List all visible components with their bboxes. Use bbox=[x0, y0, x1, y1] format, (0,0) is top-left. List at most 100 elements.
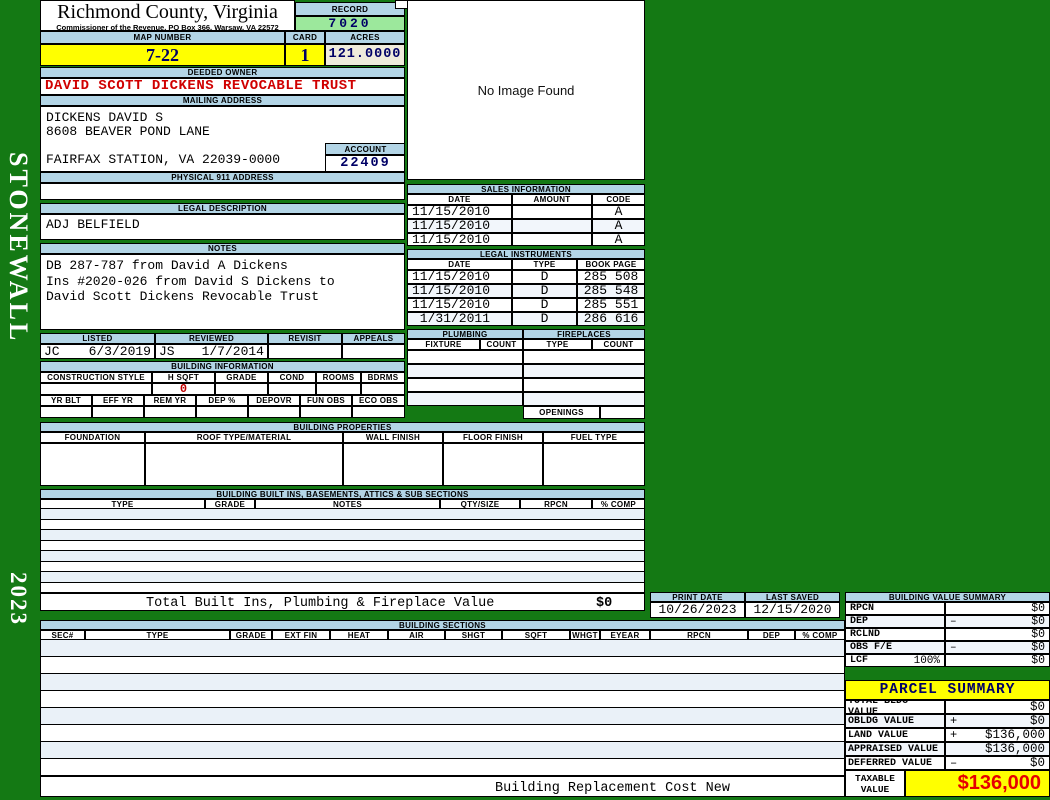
roof-type-value bbox=[145, 443, 343, 486]
bvs-value: $0 bbox=[1031, 628, 1045, 641]
ps-op: + bbox=[950, 714, 958, 728]
instr-type-label: TYPE bbox=[512, 259, 577, 270]
bvs-label: OBS F/E bbox=[850, 642, 893, 653]
bs-row bbox=[40, 674, 845, 691]
funobs-label: FUN OBS bbox=[300, 395, 352, 406]
ps-value-cell: – $0 bbox=[945, 756, 1050, 770]
ps-value: $0 bbox=[1029, 714, 1045, 728]
appeals-label: APPEALS bbox=[342, 333, 405, 344]
last-saved-value: 12/15/2020 bbox=[745, 602, 840, 618]
ps-label: LAND VALUE bbox=[848, 729, 909, 741]
taxable-value-label: TAXABLE VALUE bbox=[845, 770, 905, 797]
print-date-value: 10/26/2023 bbox=[650, 602, 745, 618]
funobs-value bbox=[300, 406, 352, 418]
ps-value-cell: + $136,000 bbox=[945, 728, 1050, 742]
commissioner-line: Commissioner of the Revenue, PO Box 366,… bbox=[56, 23, 279, 31]
builtins-total-value: $0 bbox=[596, 596, 613, 611]
ps-value: $136,000 bbox=[984, 728, 1045, 742]
bs-heat-label: HEAT bbox=[330, 630, 388, 640]
builtins-grade-label: GRADE bbox=[205, 499, 255, 509]
hsqft-label: H SQFT bbox=[152, 372, 215, 383]
sales-row-code: A bbox=[592, 219, 645, 233]
ps-value: $0 bbox=[1029, 700, 1045, 714]
floor-finish-label: FLOOR FINISH bbox=[443, 432, 543, 443]
county-title: Richmond County, Virginia bbox=[57, 1, 278, 23]
county-header-box: Richmond County, Virginia Commissioner o… bbox=[40, 0, 295, 31]
bs-row bbox=[40, 640, 845, 657]
record-value: 7020 bbox=[295, 16, 405, 31]
mailing-address-box: DICKENS DAVID S 8608 BEAVER POND LANE FA… bbox=[40, 106, 405, 172]
taxable-value-amount: $136,000 bbox=[905, 770, 1050, 797]
parcel-summary-title: PARCEL SUMMARY bbox=[845, 680, 1050, 700]
fireplace-type-label: TYPE bbox=[523, 339, 592, 350]
ps-label: DEFERRED VALUE bbox=[848, 757, 933, 769]
ecoobs-value bbox=[352, 406, 405, 418]
builtins-row bbox=[40, 551, 645, 562]
bvs-value-cell: $0 bbox=[945, 654, 1050, 667]
effyr-label: EFF YR bbox=[92, 395, 144, 406]
openings-value bbox=[600, 406, 645, 419]
ps-label: OBLDG VALUE bbox=[848, 715, 915, 727]
rooms-value bbox=[316, 383, 361, 395]
legal-instruments-title: LEGAL INSTRUMENTS bbox=[407, 249, 645, 259]
map-number-label: MAP NUMBER bbox=[40, 31, 285, 44]
bvs-op: – bbox=[950, 615, 957, 628]
instr-row-type: D bbox=[512, 270, 577, 284]
bs-rpcn-label: RPCN bbox=[650, 630, 748, 640]
ps-value-cell: $136,000 bbox=[945, 742, 1050, 756]
builtins-row bbox=[40, 562, 645, 572]
fireplaces-title: FIREPLACES bbox=[523, 329, 645, 339]
sales-row-date: 11/15/2010 bbox=[407, 233, 512, 246]
bdrms-value bbox=[361, 383, 405, 395]
sales-row-code: A bbox=[592, 233, 645, 246]
grade-label: GRADE bbox=[215, 372, 268, 383]
builtins-row bbox=[40, 509, 645, 520]
reviewed-label: REVIEWED bbox=[155, 333, 268, 344]
builtins-notes-label: NOTES bbox=[255, 499, 440, 509]
building-information-title: BUILDING INFORMATION bbox=[40, 361, 405, 372]
revisit-value bbox=[268, 344, 342, 359]
fireplace-row bbox=[523, 350, 645, 364]
bs-dep-label: DEP bbox=[748, 630, 795, 640]
bvs-pct: 100% bbox=[913, 654, 940, 667]
roof-type-label: ROOF TYPE/MATERIAL bbox=[145, 432, 343, 443]
instr-date-label: DATE bbox=[407, 259, 512, 270]
built-ins-title: BUILDING BUILT INS, BASEMENTS, ATTICS & … bbox=[40, 489, 645, 499]
no-image-text: No Image Found bbox=[477, 82, 575, 98]
notes-label: NOTES bbox=[40, 243, 405, 254]
sales-row-date: 11/15/2010 bbox=[407, 205, 512, 219]
construction-style-value bbox=[40, 383, 152, 395]
physical-address-box bbox=[40, 183, 405, 200]
bs-row bbox=[40, 742, 845, 759]
last-saved-label: LAST SAVED bbox=[745, 592, 840, 602]
builtins-type-label: TYPE bbox=[40, 499, 205, 509]
ps-label-cell: DEFERRED VALUE bbox=[845, 756, 945, 770]
ps-label: APPRAISED VALUE bbox=[848, 743, 939, 755]
sidebar-district-label: STONEWALL bbox=[4, 152, 33, 344]
bvs-label-cell: RCLND bbox=[845, 628, 945, 641]
bvs-label: LCF bbox=[850, 655, 869, 666]
grade-value bbox=[215, 383, 268, 395]
sales-row-amount bbox=[512, 205, 592, 219]
ps-op: – bbox=[950, 756, 958, 770]
sales-row-amount bbox=[512, 233, 592, 246]
legal-description-value: ADJ BELFIELD bbox=[46, 217, 140, 232]
bs-row bbox=[40, 725, 845, 742]
ps-value: $136,000 bbox=[984, 742, 1045, 756]
instr-row-book: 285 551 bbox=[577, 298, 645, 312]
bvs-value: $0 bbox=[1031, 641, 1045, 654]
appeals-value bbox=[342, 344, 405, 359]
revisit-label: REVISIT bbox=[268, 333, 342, 344]
fuel-type-label: FUEL TYPE bbox=[543, 432, 645, 443]
mailing-line-2: 8608 BEAVER POND LANE bbox=[46, 124, 210, 139]
notes-box: DB 287-787 from David A Dickens Ins #202… bbox=[40, 254, 405, 330]
bvs-value-cell: $0 bbox=[945, 628, 1050, 641]
depovr-value bbox=[248, 406, 300, 418]
property-record-card: STONEWALL 2023 Richmond County, Virginia… bbox=[0, 0, 1050, 800]
instr-row-book: 285 548 bbox=[577, 284, 645, 298]
bvs-label: RCLND bbox=[850, 629, 881, 640]
instr-row-book: 285 508 bbox=[577, 270, 645, 284]
instr-row-date: 11/15/2010 bbox=[407, 284, 512, 298]
deeded-owner-value: DAVID SCOTT DICKENS REVOCABLE TRUST bbox=[40, 78, 405, 95]
photo-placeholder-box: No Image Found bbox=[407, 0, 645, 180]
